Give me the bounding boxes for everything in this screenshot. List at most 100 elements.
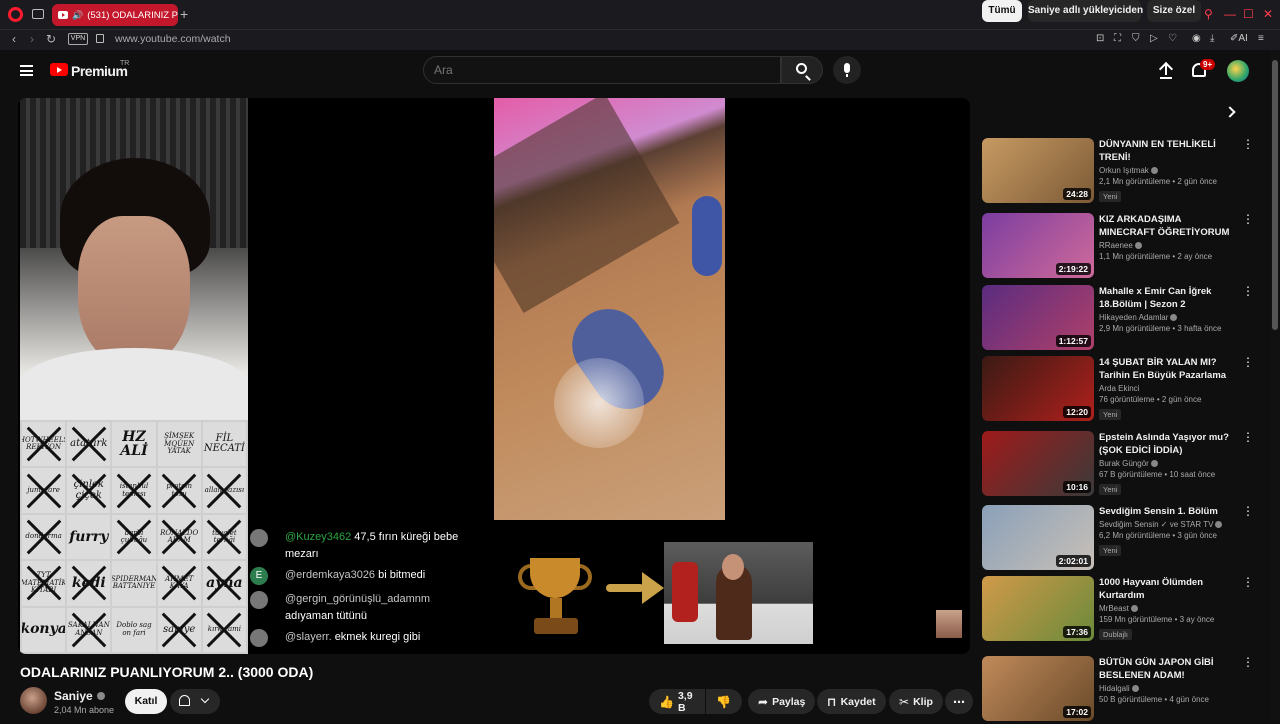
menu-icon[interactable]: ≡ [1258, 33, 1264, 44]
recommendation-title[interactable]: 14 ŞUBAT BİR YALAN MI? Tarihin En Büyük … [1099, 356, 1234, 382]
lock-icon[interactable] [96, 34, 104, 43]
recommendation-title[interactable]: Mahalle x Emir Can İğrek 18.Bölüm | Sezo… [1099, 285, 1234, 311]
player-icon[interactable]: ▷ [1150, 33, 1158, 44]
recommendation-title[interactable]: Epstein Aslında Yaşıyor mu? (ŞOK EDİCİ İ… [1099, 431, 1234, 457]
more-vertical-icon[interactable]: ⋮ [1242, 431, 1254, 449]
recommendation-info[interactable]: Sevdiğim Sensin 1. Bölüm Sevdiğim Sensin … [1099, 505, 1234, 558]
close-window-button[interactable]: ✕ [1263, 8, 1273, 20]
recommendation-info[interactable]: 14 ŞUBAT BİR YALAN MI? Tarihin En Büyük … [1099, 356, 1234, 422]
upload-icon[interactable] [1158, 61, 1174, 80]
recommendation-item[interactable]: 12:20 14 ŞUBAT BİR YALAN MI? Tarihin En B… [982, 356, 1262, 424]
minimize-button[interactable]: — [1224, 8, 1236, 20]
new-tab-button[interactable]: + [180, 7, 188, 21]
recommendation-item[interactable]: 24:28 DÜNYANIN EN TEHLİKELİ TRENİ! Orkun I… [982, 138, 1262, 206]
more-vertical-icon[interactable]: ⋮ [1242, 356, 1254, 374]
more-vertical-icon[interactable]: ⋮ [1242, 213, 1254, 231]
more-vertical-icon[interactable]: ⋮ [1242, 138, 1254, 156]
account-avatar[interactable] [1227, 60, 1249, 82]
search-button[interactable] [781, 56, 823, 84]
recommendation-info[interactable]: Epstein Aslında Yaşıyor mu? (ŞOK EDİCİ İ… [1099, 431, 1234, 497]
share-button[interactable]: ➦ Paylaş [748, 689, 816, 714]
recommendation-channel[interactable]: MrBeast [1099, 604, 1129, 613]
recommendation-channel[interactable]: Hidalgali [1099, 684, 1130, 693]
recommendation-info[interactable]: BÜTÜN GÜN JAPON GİBİ BESLENEN ADAM! Hidal… [1099, 656, 1234, 704]
more-vertical-icon[interactable]: ⋮ [1242, 656, 1254, 674]
video-thumbnail[interactable]: 12:20 [982, 356, 1094, 421]
recommendation-item[interactable]: 10:16 Epstein Aslında Yaşıyor mu? (ŞOK ED… [982, 431, 1262, 499]
browser-tab-youtube[interactable]: 🔊 (531) ODALARINIZ PUA [52, 4, 178, 26]
recommendation-item[interactable]: 17:02 BÜTÜN GÜN JAPON GİBİ BESLENEN ADAM!… [982, 656, 1262, 724]
recommendation-channel[interactable]: Arda Ekinci [1099, 384, 1139, 393]
scrollbar-thumb[interactable] [1272, 60, 1278, 330]
more-vertical-icon[interactable]: ⋮ [1242, 285, 1254, 303]
video-thumbnail[interactable]: 10:16 [982, 431, 1094, 496]
video-thumbnail[interactable]: 17:02 [982, 656, 1094, 721]
recommendation-title[interactable]: Sevdiğim Sensin 1. Bölüm [1099, 505, 1234, 518]
voice-search-icon[interactable] [833, 56, 861, 84]
more-vertical-icon[interactable]: ⋮ [1242, 576, 1254, 594]
dislike-button[interactable]: 👎 [706, 689, 742, 714]
heart-icon[interactable]: ♡ [1168, 33, 1177, 44]
recommendation-title[interactable]: KIZ ARKADAŞIMA MINECRAFT ÖĞRETİYORUM | M… [1099, 213, 1234, 239]
search-input[interactable] [423, 56, 781, 84]
aria-ai-icon[interactable]: ✐AI [1230, 33, 1248, 44]
video-player[interactable]: HOTWHEELS REKİYONatatürkHZ ALİŞİMŞEK MQU… [18, 98, 970, 654]
more-vertical-icon[interactable]: ⋮ [1242, 505, 1254, 523]
menu-hamburger-icon[interactable] [20, 65, 33, 76]
recommendation-item[interactable]: 2:19:22 KIZ ARKADAŞIMA MINECRAFT ÖĞRETİYO… [982, 213, 1262, 281]
video-thumbnail[interactable]: 2:02:01 [982, 505, 1094, 570]
youtube-logo-icon[interactable] [50, 63, 68, 76]
youtube-favicon-icon [58, 11, 68, 19]
sidebar-toggle-icon[interactable] [32, 9, 44, 19]
search-tabs-icon[interactable]: ⚲ [1204, 8, 1213, 20]
recommendation-item[interactable]: 2:02:01 Sevdiğim Sensin 1. Bölüm Sevdiğim … [982, 505, 1262, 573]
bookmark-page-icon[interactable]: ⊡ [1096, 33, 1104, 44]
download-icon[interactable]: ⤓ [1210, 33, 1214, 44]
recommendation-channel[interactable]: Hikayeden Adamlar [1099, 313, 1168, 322]
channel-avatar[interactable] [20, 687, 47, 714]
recommendation-channel[interactable]: Burak Güngör [1099, 459, 1149, 468]
more-actions-button[interactable]: ⋯ [945, 689, 973, 714]
recommendation-channel[interactable]: Sevdiğim Sensin ✓ ve STAR TV [1099, 520, 1213, 529]
recommendation-title[interactable]: BÜTÜN GÜN JAPON GİBİ BESLENEN ADAM! [1099, 656, 1234, 682]
recommendation-info[interactable]: DÜNYANIN EN TEHLİKELİ TRENİ! Orkun Işıtma… [1099, 138, 1234, 204]
subscription-bell-button[interactable] [170, 689, 220, 714]
join-button[interactable]: Katıl [125, 689, 167, 714]
chip-all[interactable]: Tümü [982, 0, 1022, 22]
recommendation-info[interactable]: Mahalle x Emir Can İğrek 18.Bölüm | Sezo… [1099, 285, 1234, 333]
page-scrollbar[interactable] [1270, 50, 1280, 720]
recommendation-item[interactable]: 1:12:57 Mahalle x Emir Can İğrek 18.Bölüm… [982, 285, 1262, 353]
chip-from-uploader[interactable]: Saniye adlı yükleyiciden [1028, 0, 1143, 22]
video-thumbnail[interactable]: 17:36 [982, 576, 1094, 641]
recommendation-info[interactable]: 1000 Hayvanı Ölümden Kurtardım MrBeast 159… [1099, 576, 1234, 642]
chip-for-you[interactable]: Size özel [1147, 0, 1201, 22]
clip-button[interactable]: ✂ Klip [889, 689, 943, 714]
channel-name-row[interactable]: Saniye [54, 689, 105, 703]
recommendation-title[interactable]: 1000 Hayvanı Ölümden Kurtardım [1099, 576, 1234, 602]
chevron-right-icon[interactable] [1224, 106, 1236, 118]
recommendation-info[interactable]: KIZ ARKADAŞIMA MINECRAFT ÖĞRETİYORUM | M… [1099, 213, 1234, 261]
snapshot-icon[interactable]: ⛶ [1114, 33, 1121, 44]
opera-logo-icon[interactable] [8, 7, 23, 22]
vpn-badge[interactable]: VPN [68, 33, 88, 45]
adblock-icon[interactable]: ⛉ [1132, 33, 1140, 44]
save-button[interactable]: ⊓ Kaydet [817, 689, 886, 714]
board-cell: RONALDO ADAM [157, 514, 201, 560]
reload-button[interactable]: ↻ [46, 32, 56, 46]
recommendation-item[interactable]: 17:36 1000 Hayvanı Ölümden Kurtardım MrBea… [982, 576, 1262, 644]
video-thumbnail[interactable]: 24:28 [982, 138, 1094, 203]
url-field[interactable]: www.youtube.com/watch [115, 33, 231, 45]
channel-name[interactable]: Saniye [54, 689, 93, 703]
profile-icon[interactable]: ◉ [1192, 33, 1201, 44]
recommendation-channel[interactable]: Orkun Işıtmak [1099, 166, 1149, 175]
logo-text[interactable]: Premium [71, 63, 128, 79]
forward-button[interactable]: › [30, 32, 34, 46]
video-thumbnail[interactable]: 1:12:57 [982, 285, 1094, 350]
recommendation-channel[interactable]: RRaenee [1099, 241, 1133, 250]
maximize-button[interactable]: ☐ [1243, 8, 1254, 20]
back-button[interactable]: ‹ [12, 32, 16, 46]
recommendation-title[interactable]: DÜNYANIN EN TEHLİKELİ TRENİ! [1099, 138, 1234, 164]
video-thumbnail[interactable]: 2:19:22 [982, 213, 1094, 278]
speaker-icon[interactable]: 🔊 [72, 10, 83, 21]
like-button[interactable]: 👍 3,9 B [649, 689, 705, 714]
